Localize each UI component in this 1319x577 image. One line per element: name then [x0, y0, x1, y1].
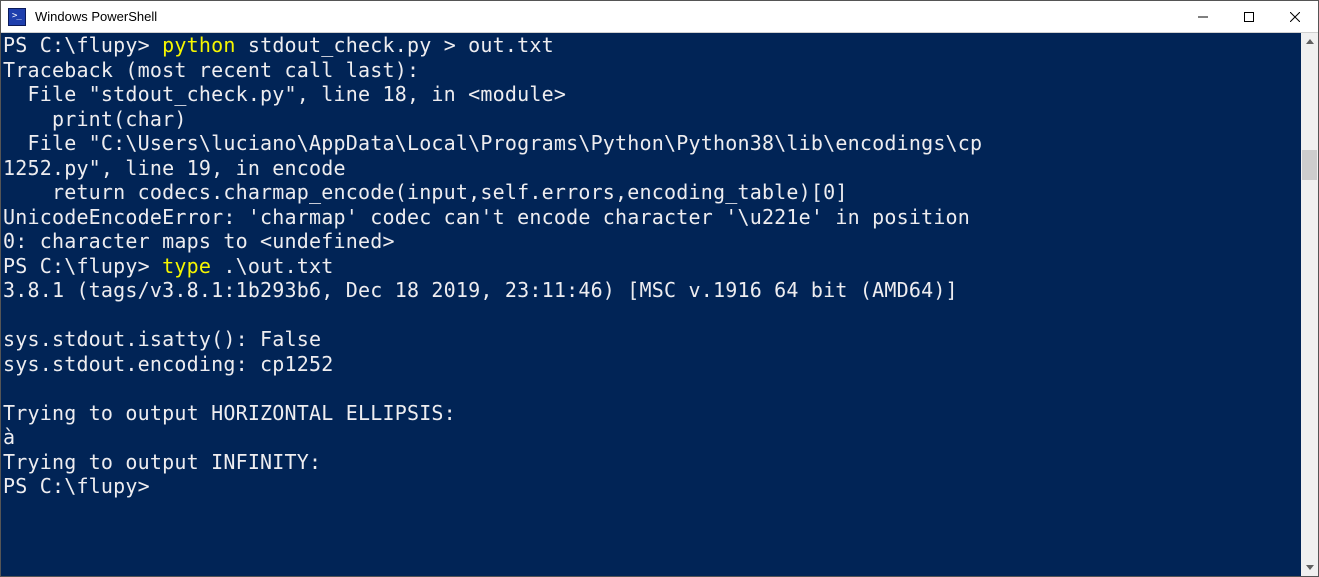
terminal-segment: sys.stdout.isatty(): False — [3, 327, 321, 351]
terminal-line — [3, 376, 1299, 401]
terminal-segment: Trying to output INFINITY: — [3, 450, 321, 474]
window-title: Windows PowerShell — [33, 9, 1180, 24]
terminal-line: 3.8.1 (tags/v3.8.1:1b293b6, Dec 18 2019,… — [3, 278, 1299, 303]
scroll-up-button[interactable] — [1301, 33, 1318, 50]
terminal-line: PS C:\flupy> — [3, 474, 1299, 499]
terminal-segment: UnicodeEncodeError: 'charmap' codec can'… — [3, 205, 982, 229]
titlebar[interactable]: Windows PowerShell — [1, 1, 1318, 33]
terminal-segment: python — [162, 33, 235, 57]
terminal-segment: type — [162, 254, 223, 278]
scroll-up-icon — [1306, 39, 1314, 44]
maximize-button[interactable] — [1226, 1, 1272, 32]
terminal-segment: .\out.txt — [223, 254, 333, 278]
terminal-segment: PS C:\flupy> — [3, 254, 162, 278]
terminal-segment: sys.stdout.encoding: cp1252 — [3, 352, 334, 376]
terminal-line: sys.stdout.isatty(): False — [3, 327, 1299, 352]
terminal-output[interactable]: PS C:\flupy> python stdout_check.py > ou… — [1, 33, 1301, 576]
app-icon — [1, 1, 33, 33]
terminal-line: print(char) — [3, 107, 1299, 132]
terminal-line: UnicodeEncodeError: 'charmap' codec can'… — [3, 205, 1299, 230]
terminal-line: sys.stdout.encoding: cp1252 — [3, 352, 1299, 377]
terminal-line: File "stdout_check.py", line 18, in <mod… — [3, 82, 1299, 107]
powershell-window: Windows PowerShell PS C:\flupy> python s… — [0, 0, 1319, 577]
powershell-icon — [8, 8, 26, 26]
terminal-segment: File "C:\Users\luciano\AppData\Local\Pro… — [3, 131, 982, 155]
terminal-line: return codecs.charmap_encode(input,self.… — [3, 180, 1299, 205]
scroll-down-icon — [1306, 565, 1314, 570]
terminal-segment: 3.8.1 (tags/v3.8.1:1b293b6, Dec 18 2019,… — [3, 278, 958, 302]
terminal-segment: Traceback (most recent call last): — [3, 58, 419, 82]
terminal-line: PS C:\flupy> python stdout_check.py > ou… — [3, 33, 1299, 58]
terminal-line: 0: character maps to <undefined> — [3, 229, 1299, 254]
terminal-line: Trying to output INFINITY: — [3, 450, 1299, 475]
terminal-segment: stdout_check.py > out.txt — [236, 33, 554, 57]
terminal-segment: File "stdout_check.py", line 18, in <mod… — [3, 82, 566, 106]
scroll-down-button[interactable] — [1301, 559, 1318, 576]
vertical-scrollbar[interactable] — [1301, 33, 1318, 576]
terminal-segment: PS C:\flupy> — [3, 33, 162, 57]
terminal-line: 1252.py", line 19, in encode — [3, 156, 1299, 181]
terminal-segment: à — [3, 425, 15, 449]
terminal-line: PS C:\flupy> type .\out.txt — [3, 254, 1299, 279]
terminal-segment: 1252.py", line 19, in encode — [3, 156, 346, 180]
minimize-button[interactable] — [1180, 1, 1226, 32]
scroll-track[interactable] — [1301, 50, 1318, 559]
minimize-icon — [1198, 12, 1208, 22]
maximize-icon — [1244, 12, 1254, 22]
terminal-line: Traceback (most recent call last): — [3, 58, 1299, 83]
scroll-thumb[interactable] — [1302, 150, 1317, 180]
close-button[interactable] — [1272, 1, 1318, 32]
terminal-segment: print(char) — [3, 107, 187, 131]
close-icon — [1290, 12, 1300, 22]
terminal-line — [3, 303, 1299, 328]
terminal-segment: PS C:\flupy> — [3, 474, 150, 498]
terminal-segment: return codecs.charmap_encode(input,self.… — [3, 180, 848, 204]
terminal-line: à — [3, 425, 1299, 450]
terminal-segment: 0: character maps to <undefined> — [3, 229, 395, 253]
terminal-segment: Trying to output HORIZONTAL ELLIPSIS: — [3, 401, 456, 425]
terminal-line: File "C:\Users\luciano\AppData\Local\Pro… — [3, 131, 1299, 156]
client-area: PS C:\flupy> python stdout_check.py > ou… — [1, 33, 1318, 576]
window-controls — [1180, 1, 1318, 32]
terminal-line: Trying to output HORIZONTAL ELLIPSIS: — [3, 401, 1299, 426]
